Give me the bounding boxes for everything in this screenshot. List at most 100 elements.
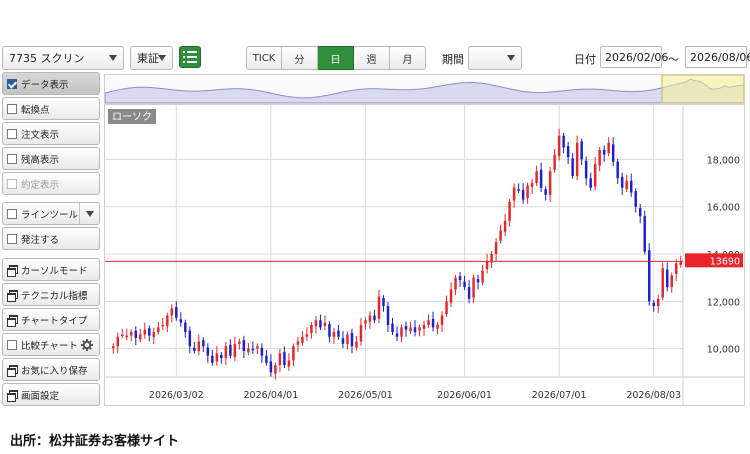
candle bbox=[332, 327, 336, 344]
candle-body bbox=[305, 334, 309, 337]
tab-month[interactable]: 月 bbox=[390, 46, 426, 70]
candle-body bbox=[521, 190, 525, 200]
candle-body bbox=[157, 327, 160, 333]
period-label: 期間 bbox=[442, 53, 464, 66]
x-tick-label: 2026/07/01 bbox=[532, 390, 587, 401]
candle bbox=[553, 148, 556, 173]
candle-body bbox=[260, 347, 264, 356]
gear-icon[interactable] bbox=[81, 339, 93, 351]
candle-body bbox=[472, 277, 475, 298]
candle bbox=[359, 317, 363, 346]
candle-body bbox=[112, 346, 115, 349]
sidebar-item-screen-settings[interactable]: 画面設定 bbox=[2, 383, 100, 406]
sidebar-item-label: 画面設定 bbox=[21, 390, 60, 402]
candle-body bbox=[148, 328, 151, 336]
candle-body bbox=[332, 332, 336, 337]
candle-body bbox=[224, 346, 228, 359]
sidebar-item-cursor-mode[interactable]: カーソルモード bbox=[2, 258, 100, 281]
candle-body bbox=[233, 343, 237, 358]
symbol-select[interactable]: 7735 スクリン bbox=[2, 46, 124, 70]
sidebar-item-label: 残高表示 bbox=[21, 154, 60, 166]
sidebar-item-compare-chart[interactable]: 比較チャート bbox=[2, 333, 100, 356]
checkbox bbox=[7, 208, 17, 219]
candle-body bbox=[427, 320, 430, 325]
line-tool-dropdown[interactable] bbox=[79, 203, 99, 224]
candle bbox=[197, 334, 201, 356]
candle bbox=[220, 351, 223, 364]
candle bbox=[121, 328, 124, 339]
sidebar-item-data-display[interactable]: データ表示 bbox=[2, 72, 100, 95]
tab-day[interactable]: 日 bbox=[318, 46, 354, 70]
tab-tick[interactable]: TICK bbox=[246, 46, 282, 70]
list-view-button[interactable] bbox=[179, 46, 201, 68]
market-select[interactable]: 東証 bbox=[130, 46, 173, 70]
range-navigator[interactable] bbox=[104, 74, 745, 104]
candle bbox=[283, 346, 286, 369]
date-from-input[interactable]: 2026/02/06 bbox=[600, 46, 668, 68]
candle-body bbox=[548, 171, 552, 195]
candlestick-chart[interactable]: 10,00012,00014,00016,00018,0002026/03/02… bbox=[104, 104, 745, 406]
candle-body bbox=[544, 189, 547, 195]
candle bbox=[445, 295, 448, 317]
date-to-input[interactable]: 2026/08/06 bbox=[685, 46, 750, 68]
checkbox-checked bbox=[7, 78, 17, 89]
candle-body bbox=[517, 189, 520, 191]
candle-body bbox=[679, 261, 682, 265]
candle-body bbox=[220, 354, 223, 359]
sidebar-item-label: 比較チャート bbox=[21, 340, 78, 352]
candle-body bbox=[647, 250, 651, 302]
candle-body bbox=[382, 298, 385, 307]
sidebar-item-chart-type[interactable]: チャートタイプ bbox=[2, 308, 100, 331]
candle bbox=[485, 254, 489, 274]
candle bbox=[125, 328, 129, 341]
candle bbox=[512, 183, 516, 208]
candle-body bbox=[593, 164, 597, 187]
candle bbox=[539, 162, 543, 193]
tab-week[interactable]: 週 bbox=[354, 46, 390, 70]
candle bbox=[170, 304, 174, 323]
y-tick-label: 12,000 bbox=[707, 297, 740, 308]
candle-body bbox=[481, 270, 484, 283]
candle bbox=[188, 326, 192, 354]
sidebar-item-turning-point[interactable]: 転換点 bbox=[2, 97, 100, 120]
tab-minute[interactable]: 分 bbox=[282, 46, 318, 70]
sidebar-item-order-display[interactable]: 注文表示 bbox=[2, 122, 100, 145]
period-select[interactable] bbox=[468, 46, 522, 70]
candle-body bbox=[346, 334, 349, 344]
sidebar-item-technical-indicators[interactable]: テクニカル指標 bbox=[2, 283, 100, 306]
candle bbox=[346, 331, 349, 350]
sidebar-item-label: 発注する bbox=[21, 234, 60, 246]
sidebar-item-save-favorite[interactable]: お気に入り保存 bbox=[2, 358, 100, 381]
candle-body bbox=[301, 336, 304, 343]
candle-body bbox=[611, 144, 615, 162]
candle bbox=[233, 336, 237, 362]
sidebar-item-line-tool[interactable]: ラインツール bbox=[2, 202, 100, 225]
sidebar-item-place-order[interactable]: 発注する bbox=[2, 227, 100, 250]
candle-body bbox=[589, 178, 592, 188]
candle-body bbox=[134, 330, 138, 338]
candle-body bbox=[598, 149, 601, 166]
checkbox bbox=[7, 339, 17, 350]
candle bbox=[440, 311, 444, 333]
navigator-area bbox=[104, 78, 745, 104]
candle bbox=[139, 328, 142, 343]
candle-body bbox=[179, 319, 183, 323]
candle-body bbox=[431, 318, 435, 328]
candle-body bbox=[656, 298, 660, 307]
candle bbox=[454, 274, 457, 296]
candle bbox=[675, 259, 678, 281]
candle bbox=[211, 350, 214, 366]
candle bbox=[179, 312, 183, 327]
candle-body bbox=[256, 346, 259, 349]
sidebar-item-label: テクニカル指標 bbox=[21, 290, 88, 302]
candle bbox=[571, 152, 574, 179]
candle-body bbox=[242, 340, 246, 351]
sidebar-item-balance-display[interactable]: 残高表示 bbox=[2, 147, 100, 170]
x-tick-label: 2026/05/01 bbox=[338, 390, 393, 401]
candle bbox=[521, 183, 525, 204]
candle bbox=[526, 182, 529, 204]
candle bbox=[287, 353, 291, 371]
period-tabs: TICK 分 日 週 月 bbox=[246, 46, 426, 70]
candle bbox=[175, 301, 178, 321]
candle bbox=[625, 175, 628, 193]
